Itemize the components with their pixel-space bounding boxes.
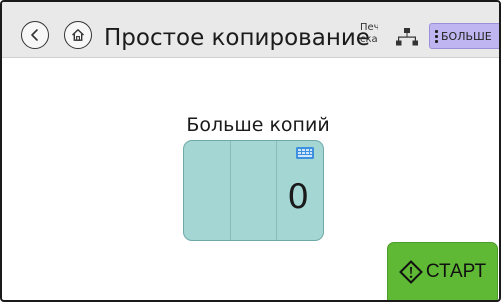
header-bar: Простое копирование Печ ска БОЛЬШЕ <box>2 2 499 58</box>
start-label: СТАРТ <box>425 261 487 282</box>
home-button[interactable] <box>64 21 92 49</box>
back-arrow-icon <box>31 29 38 41</box>
sheet-divider <box>230 141 231 240</box>
status-text-line: Печ ска <box>360 22 378 45</box>
start-diamond-icon <box>398 260 423 284</box>
page-title: Простое копирование <box>104 25 370 51</box>
more-label: БОЛЬШЕ <box>441 29 492 43</box>
start-button[interactable]: СТАРТ <box>387 242 498 300</box>
keypad-icon[interactable] <box>296 147 314 159</box>
home-icon <box>72 29 84 41</box>
copies-label: Больше копий <box>186 114 330 136</box>
back-button[interactable] <box>21 21 49 49</box>
more-button[interactable]: БОЛЬШЕ <box>429 23 499 49</box>
kebab-menu-icon <box>435 29 439 43</box>
sheet-divider <box>276 141 277 240</box>
copies-value: 0 <box>287 177 309 217</box>
network-icon <box>396 28 418 46</box>
device-screen: Простое копирование Печ ска БОЛЬШЕ Больш… <box>0 0 501 302</box>
copies-counter-card[interactable]: 0 <box>183 140 324 241</box>
status-text: Печ ска <box>360 22 378 46</box>
